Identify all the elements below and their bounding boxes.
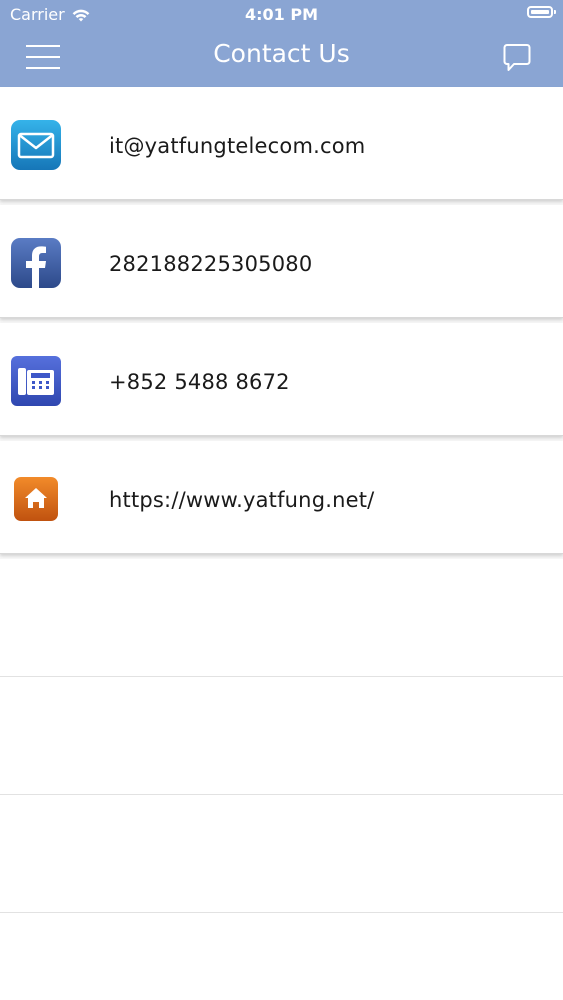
- status-time: 4:01 PM: [244, 5, 318, 24]
- page-title: Contact Us: [213, 39, 350, 68]
- empty-row: [0, 677, 563, 795]
- contact-email-text: it@yatfungtelecom.com: [109, 134, 366, 158]
- chat-bubble-icon[interactable]: [503, 43, 531, 73]
- facebook-icon: [11, 238, 61, 288]
- nav-bar: Contact Us: [0, 30, 563, 87]
- header: Carrier 4:01 PM Contact Us: [0, 0, 563, 87]
- contact-list: it@yatfungtelecom.com 282188225305080 +8…: [0, 87, 563, 913]
- contact-website-text: https://www.yatfung.net/: [109, 488, 375, 512]
- email-icon: [11, 120, 61, 170]
- contact-row-phone[interactable]: +852 5488 8672: [0, 323, 563, 436]
- contact-row-website[interactable]: https://www.yatfung.net/: [0, 441, 563, 554]
- contact-phone-text: +852 5488 8672: [109, 370, 290, 394]
- empty-row: [0, 795, 563, 913]
- contact-row-facebook[interactable]: 282188225305080: [0, 205, 563, 318]
- contact-facebook-text: 282188225305080: [109, 252, 313, 276]
- status-bar: Carrier 4:01 PM: [0, 0, 563, 30]
- empty-row: [0, 559, 563, 677]
- home-icon: [11, 474, 61, 524]
- contact-row-email[interactable]: it@yatfungtelecom.com: [0, 87, 563, 200]
- phone-fax-icon: [11, 356, 61, 406]
- battery-icon: [527, 6, 556, 18]
